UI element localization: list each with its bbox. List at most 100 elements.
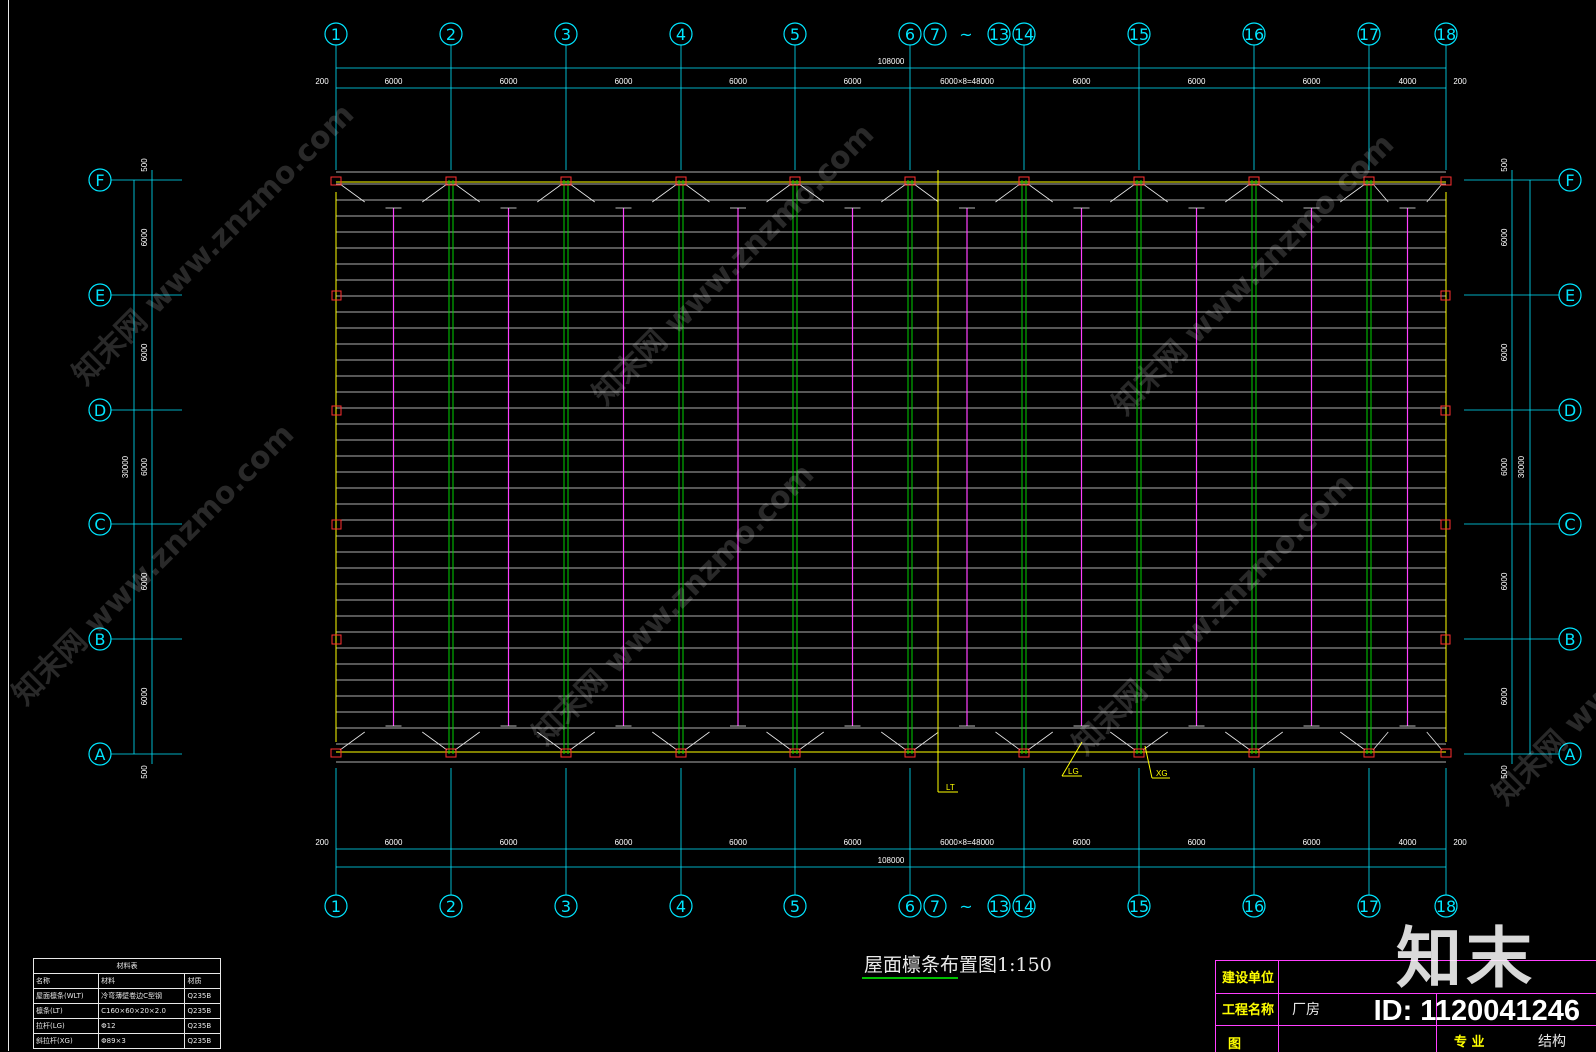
brace-rod [1225,731,1251,751]
dimension-label: 6000 [1500,572,1509,590]
dimension-label: 6000 [1073,838,1091,847]
column-marker [560,748,572,758]
axis-bubble-label: 7 [930,897,940,916]
brace-rod [1027,731,1053,751]
axis-bubble-label: E [1565,286,1575,305]
watermark-brand-logo: 知末 [1396,920,1536,997]
brace-rod [798,731,824,751]
axis-bubble-label: E [95,286,105,305]
brace-rod [913,731,939,751]
brace-rod [1257,731,1283,751]
material-cell: 斜拉杆(XG) [32,1033,100,1049]
column-marker [330,748,342,758]
dimension-label: 6000 [500,77,518,86]
column-marker [1133,748,1145,758]
dimension-label: 200 [1453,838,1467,847]
dimension-label: 6000 [729,77,747,86]
axis-bubble-label: C [94,515,105,534]
dimension-label: 6000×8=48000 [940,838,994,847]
dimension-label: 6000 [1303,838,1321,847]
material-table-row: 斜拉杆(XG) Φ89×3 Q235B [32,1033,221,1049]
dimension-label: 6000 [1500,228,1509,246]
axis-bubble-label: 3 [561,897,571,916]
axis-bubble-label: 18 [1436,25,1456,44]
column-marker [1440,748,1452,758]
axis-bubble-label: D [94,401,106,420]
dimension-label: 500 [140,765,149,779]
brace-rod [569,183,595,203]
project-label: 工程名称 [1222,1003,1275,1018]
drawing-label: 图 [1228,1037,1242,1052]
material-cell: Q235B [184,1033,221,1049]
watermark-id: ID: 1120041246 [1373,995,1580,1027]
drawing-title: 屋面檩条布置图1:150 [864,954,1052,976]
axis-bubble-label: A [95,745,106,764]
material-cell: Φ89×3 [98,1033,186,1049]
brace-rod [1027,183,1053,203]
material-table-row: 拉杆(LG) Φ12 Q235B [32,1018,221,1034]
axis-gap-symbol: ~ [959,25,972,44]
dimension-label: 6000 [140,458,149,476]
brace-rod [1426,731,1443,751]
dimension-label: 6000 [1500,343,1509,361]
dimension-label: 6000 [1188,77,1206,86]
axis-bubble-label: 14 [1014,897,1034,916]
axis-bubble-label: D [1564,401,1576,420]
material-cell: 屋面檩条(WLT) [32,988,100,1004]
column-marker [675,748,687,758]
axis-bubble-label: 13 [989,25,1009,44]
title-block-divider [1278,961,1279,1052]
column-marker [1248,748,1260,758]
brace-rod [652,183,678,203]
brace-rod [995,183,1021,203]
dimension-label: 500 [140,158,149,172]
brace-rod [1340,731,1366,751]
axis-bubble-label: 5 [790,25,800,44]
purlin-label: LG [1068,767,1079,776]
material-cell: C160×60×20×2.0 [98,1003,186,1019]
dimension-label: 6000 [615,838,633,847]
dimension-label: 6000 [140,343,149,361]
axis-bubble-label: 16 [1244,25,1264,44]
specialty-value: 结构 [1538,1034,1566,1050]
dimension-label: 500 [1500,158,1509,172]
material-table-header: 材料 [98,973,186,989]
brace-rod [537,183,563,203]
column-marker [904,748,916,758]
dimension-label: 30000 [1517,455,1526,478]
axis-bubble-label: 15 [1129,897,1149,916]
brace-rod [652,731,678,751]
material-table: 材料表 名称 材料 材质 屋面檩条(WLT) 冷弯薄壁卷边C型钢 Q235B 檩… [32,958,221,1049]
brace-rod [1225,183,1251,203]
axis-bubble-label: 7 [930,25,940,44]
axis-bubble-label: 4 [676,25,686,44]
axis-bubble-label: 1 [331,897,341,916]
brace-rod [1426,183,1443,203]
axis-bubble-label: F [95,171,104,190]
axis-bubble-label: 15 [1129,25,1149,44]
column-marker [1018,748,1030,758]
brace-rod [1372,731,1389,751]
axis-bubble-label: F [1565,171,1574,190]
column-marker [789,748,801,758]
dimension-label: 6000 [1303,77,1321,86]
material-cell: 檩条(LT) [32,1003,100,1019]
material-table-header: 材质 [184,973,221,989]
dimension-label: 6000 [729,838,747,847]
brace-rod [339,183,365,203]
axis-bubble-label: 5 [790,897,800,916]
brace-rod [1257,183,1283,203]
dimension-label: 108000 [878,856,905,865]
axis-bubble-label: 3 [561,25,571,44]
material-table-row: 屋面檩条(WLT) 冷弯薄壁卷边C型钢 Q235B [32,988,221,1004]
material-cell: 冷弯薄壁卷边C型钢 [98,988,186,1004]
material-table-header: 名称 [32,973,100,989]
brace-rod [1110,183,1136,203]
brace-rod [913,183,939,203]
axis-bubble-label: C [1564,515,1575,534]
brace-rod [1142,731,1168,751]
brace-rod [454,731,480,751]
material-table-row: 檩条(LT) C160×60×20×2.0 Q235B [32,1003,221,1019]
dimension-label: 6000 [615,77,633,86]
material-cell: Φ12 [98,1018,186,1034]
